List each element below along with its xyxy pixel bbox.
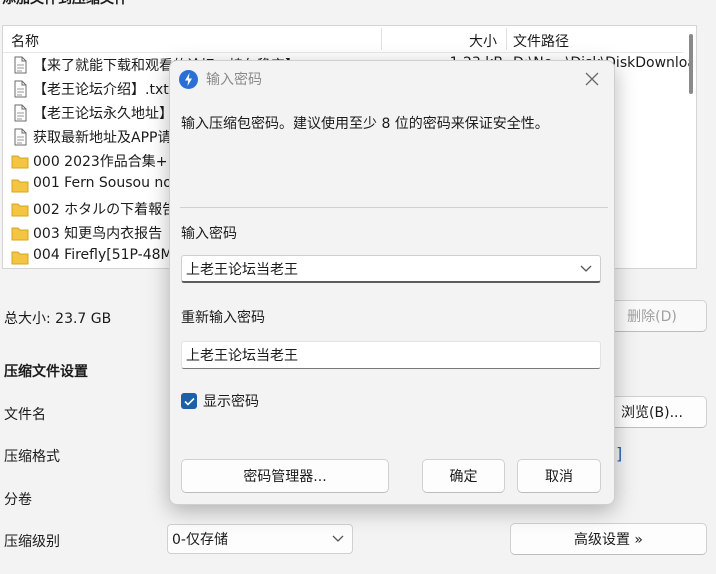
compression-level-value: 0-仅存储 [172,532,228,548]
list-header: 名称 大小 文件路径 [3,26,683,53]
confirm-password-input[interactable]: 上老王论坛当老王 [181,341,601,369]
column-divider[interactable] [506,28,507,50]
dialog-description: 输入压缩包密码。建议使用至少 8 位的密码来保证安全性。 [181,116,549,132]
column-divider[interactable] [381,28,382,50]
close-button[interactable] [580,67,604,91]
document-icon [14,80,27,98]
folder-icon [11,251,29,265]
folder-icon [11,203,29,217]
column-header-size[interactable]: 大小 [469,31,497,51]
filename-label: 文件名 [4,407,46,423]
format-link-bracket: ] [616,444,623,463]
show-password-checkbox[interactable] [181,393,197,409]
level-label: 压缩级别 [4,534,60,550]
password-label: 输入密码 [181,226,237,242]
password-dialog: 输入密码 输入压缩包密码。建议使用至少 8 位的密码来保证安全性。 输入密码 上… [169,60,615,505]
list-scrollbar[interactable] [686,26,696,268]
document-icon [14,104,27,122]
document-icon [14,56,27,74]
column-header-path[interactable]: 文件路径 [513,31,569,51]
window-title: 添加文件到压缩文件 [2,0,128,8]
compression-level-select[interactable]: 0-仅存储 [167,524,353,554]
scrollbar-thumb[interactable] [689,34,693,94]
password-manager-button[interactable]: 密码管理器... [181,459,389,493]
total-size: 总大小: 23.7 GB [4,311,112,327]
dialog-title: 输入密码 [206,72,262,88]
confirm-password-value: 上老王论坛当老王 [186,348,298,364]
password-combobox[interactable]: 上老王论坛当老王 [181,255,601,283]
checkmark-icon [183,397,195,406]
folder-icon [11,155,29,169]
cancel-button[interactable]: 取消 [517,459,601,493]
app-icon [179,70,198,89]
show-password-label: 显示密码 [203,394,259,410]
settings-heading: 压缩文件设置 [4,364,88,380]
divider [180,207,608,208]
document-icon [14,128,27,146]
advanced-settings-button[interactable]: 高级设置 » [510,523,707,555]
show-password-option[interactable]: 显示密码 [181,391,259,411]
close-icon [585,72,599,86]
confirm-password-label: 重新输入密码 [181,310,265,326]
split-label: 分卷 [4,492,32,508]
chevron-down-icon[interactable] [580,265,592,273]
format-label: 压缩格式 [4,449,60,465]
chevron-down-icon [332,535,344,542]
folder-icon [11,227,29,241]
folder-icon [11,179,29,193]
password-value: 上老王论坛当老王 [186,261,298,278]
column-header-name[interactable]: 名称 [11,31,39,51]
ok-button[interactable]: 确定 [422,459,505,493]
